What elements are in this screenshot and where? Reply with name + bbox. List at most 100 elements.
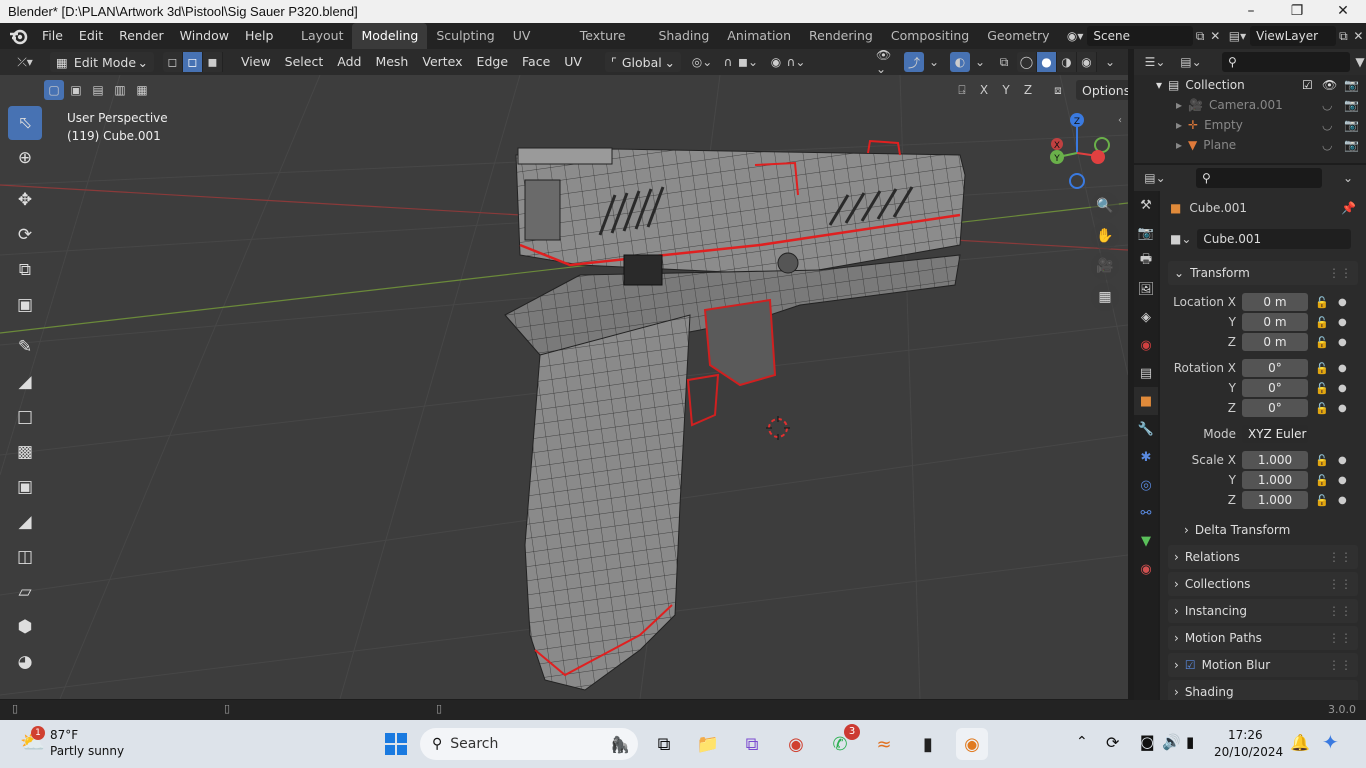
- notification-bell-icon[interactable]: 🔔: [1290, 733, 1310, 752]
- lock-icon[interactable]: 🔓: [1315, 402, 1329, 415]
- lock-icon[interactable]: 🔓: [1315, 474, 1329, 487]
- keyframe-dot-icon[interactable]: ●: [1338, 363, 1347, 374]
- select-extend-icon[interactable]: ▣: [66, 80, 86, 100]
- overlay-icon[interactable]: ◐: [950, 52, 970, 72]
- outliner-row-collection[interactable]: ▾ ▤ Collection ☑ 👁 📷: [1134, 75, 1366, 95]
- start-button-icon[interactable]: [380, 728, 412, 760]
- sublime-icon[interactable]: ≈: [868, 728, 900, 760]
- outliner-row-empty[interactable]: ▸ ✛ Empty ◡ 📷: [1134, 115, 1366, 135]
- add-cube-tool-icon[interactable]: □: [8, 400, 42, 434]
- scale-x-field[interactable]: 1.000: [1242, 451, 1308, 469]
- drag-handle-icon[interactable]: ⋮⋮: [1328, 550, 1352, 564]
- tab-compositing[interactable]: Compositing: [882, 23, 978, 49]
- scene-tab-icon[interactable]: ◈: [1134, 303, 1158, 331]
- menu-edit[interactable]: Edit: [71, 23, 111, 49]
- overlay-dropdown-icon[interactable]: ⌄: [970, 52, 990, 72]
- collections-panel-header[interactable]: › Collections ⋮⋮: [1168, 572, 1358, 596]
- blender-taskbar-icon[interactable]: ◉: [956, 728, 988, 760]
- visual-studio-icon[interactable]: ⧉: [736, 728, 768, 760]
- 3d-viewport[interactable]: User Perspective (119) Cube.001 ▢ ▣ ▤ ▥ …: [0, 75, 1128, 699]
- camera-visibility-icon[interactable]: 📷: [1344, 78, 1359, 92]
- maximize-button[interactable]: ❐: [1274, 0, 1320, 23]
- menu-file[interactable]: File: [34, 23, 71, 49]
- transform-tool-icon[interactable]: ▣: [8, 288, 42, 322]
- scale-y-field[interactable]: 1.000: [1242, 471, 1308, 489]
- drag-handle-icon[interactable]: ⋮⋮: [1328, 631, 1352, 645]
- falloff-icon[interactable]: ∩⌄: [786, 52, 806, 72]
- expand-arrow-icon[interactable]: ▸: [1176, 98, 1182, 112]
- lock-icon[interactable]: 🔓: [1315, 296, 1329, 309]
- menu-add[interactable]: Add: [330, 49, 368, 75]
- clock-time[interactable]: 17:26: [1228, 728, 1263, 742]
- tab-sculpting[interactable]: Sculpting: [427, 23, 503, 49]
- material-tab-icon[interactable]: ◉: [1134, 555, 1158, 583]
- eye-icon[interactable]: 👁: [1322, 78, 1337, 92]
- filter-icon[interactable]: ▼: [1350, 52, 1366, 72]
- menu-edge[interactable]: Edge: [470, 49, 515, 75]
- visibility-icon[interactable]: 👁⌄: [876, 48, 896, 76]
- select-subtract-icon[interactable]: ▤: [88, 80, 108, 100]
- clock-date[interactable]: 20/10/2024: [1214, 745, 1283, 759]
- tab-rendering[interactable]: Rendering: [800, 23, 882, 49]
- rotate-tool-icon[interactable]: ⟳: [8, 218, 42, 252]
- rotation-x-field[interactable]: 0°: [1242, 359, 1308, 377]
- loop-cut-tool-icon[interactable]: ◫: [8, 540, 42, 574]
- keyframe-dot-icon[interactable]: ●: [1338, 297, 1347, 308]
- mirror-z-toggle[interactable]: Z: [1018, 80, 1038, 100]
- menu-help[interactable]: Help: [237, 23, 282, 49]
- physics-tab-icon[interactable]: ◎: [1134, 471, 1158, 499]
- chrome-icon[interactable]: ◉: [780, 728, 812, 760]
- keyframe-dot-icon[interactable]: ●: [1338, 317, 1347, 328]
- motion-paths-panel-header[interactable]: › Motion Paths ⋮⋮: [1168, 626, 1358, 650]
- menu-window[interactable]: Window: [172, 23, 237, 49]
- volume-icon[interactable]: 🔊: [1162, 733, 1181, 751]
- display-mode-icon[interactable]: ▤⌄: [1176, 52, 1206, 72]
- pan-hand-icon[interactable]: ✋: [1091, 222, 1119, 250]
- object-name-field[interactable]: Cube.001: [1197, 229, 1352, 249]
- cursor-tool-icon[interactable]: ⊕: [8, 141, 42, 175]
- annotate-tool-icon[interactable]: ✎: [8, 330, 42, 364]
- 3d-cursor-icon[interactable]: [766, 416, 790, 440]
- copilot-icon[interactable]: ✦: [1322, 730, 1339, 754]
- mirror-icon[interactable]: ⍈: [952, 80, 972, 100]
- camera-visibility-icon[interactable]: 📷: [1344, 138, 1359, 152]
- select-invert-icon[interactable]: ▥: [110, 80, 130, 100]
- data-tab-icon[interactable]: ▼: [1134, 527, 1158, 555]
- weather-widget[interactable]: ⛅ 1 87°F Partly sunny: [16, 726, 146, 762]
- rendered-shading-icon[interactable]: ◉: [1077, 52, 1097, 72]
- expand-arrow-icon[interactable]: ▸: [1176, 138, 1182, 152]
- outliner-editor-icon[interactable]: ☰⌄: [1140, 52, 1170, 72]
- bevel-tool-icon[interactable]: ◢: [8, 505, 42, 539]
- inset-tool-icon[interactable]: ▣: [8, 470, 42, 504]
- keyframe-dot-icon[interactable]: ●: [1338, 403, 1347, 414]
- new-viewlayer-icon[interactable]: ⧉: [1336, 26, 1351, 46]
- wifi-icon[interactable]: ◙: [1140, 733, 1155, 751]
- auto-merge-icon[interactable]: ⧈: [1048, 80, 1068, 100]
- tab-animation[interactable]: Animation: [718, 23, 800, 49]
- minimize-button[interactable]: –: [1228, 0, 1274, 23]
- output-tab-icon[interactable]: 🖶: [1134, 247, 1158, 275]
- shading-dropdown-icon[interactable]: ⌄: [1100, 52, 1120, 72]
- face-select-icon[interactable]: ◼: [203, 52, 223, 72]
- orientation-dropdown[interactable]: ⌜ Global ⌄: [604, 52, 681, 72]
- camera-visibility-icon[interactable]: 📷: [1344, 118, 1359, 132]
- motion-blur-checkbox[interactable]: ☑: [1185, 658, 1196, 672]
- lock-icon[interactable]: 🔓: [1315, 362, 1329, 375]
- task-view-icon[interactable]: ⧉: [648, 728, 680, 760]
- shading-panel-header[interactable]: › Shading: [1168, 680, 1358, 700]
- select-box-tool-icon[interactable]: ⬁: [8, 106, 42, 140]
- sidebar-toggle-icon[interactable]: ‹: [1118, 115, 1122, 126]
- delta-transform-panel-header[interactable]: › Delta Transform: [1168, 518, 1358, 542]
- modifier-tab-icon[interactable]: 🔧: [1134, 415, 1158, 443]
- menu-view[interactable]: View: [234, 49, 278, 75]
- object-tab-icon[interactable]: ■: [1134, 387, 1158, 415]
- keyframe-dot-icon[interactable]: ●: [1338, 337, 1347, 348]
- tab-texture-paint[interactable]: Texture Paint: [571, 23, 650, 69]
- scale-tool-icon[interactable]: ⧉: [8, 253, 42, 287]
- eye-icon[interactable]: ◡: [1322, 98, 1332, 112]
- options-dropdown[interactable]: Options ⌄: [1076, 80, 1128, 100]
- lock-icon[interactable]: 🔓: [1315, 494, 1329, 507]
- mode-dropdown[interactable]: ▦ Edit Mode ⌄: [50, 52, 154, 72]
- terminal-icon[interactable]: ▮: [912, 728, 944, 760]
- transform-panel-header[interactable]: ⌄ Transform ⋮⋮: [1168, 261, 1358, 285]
